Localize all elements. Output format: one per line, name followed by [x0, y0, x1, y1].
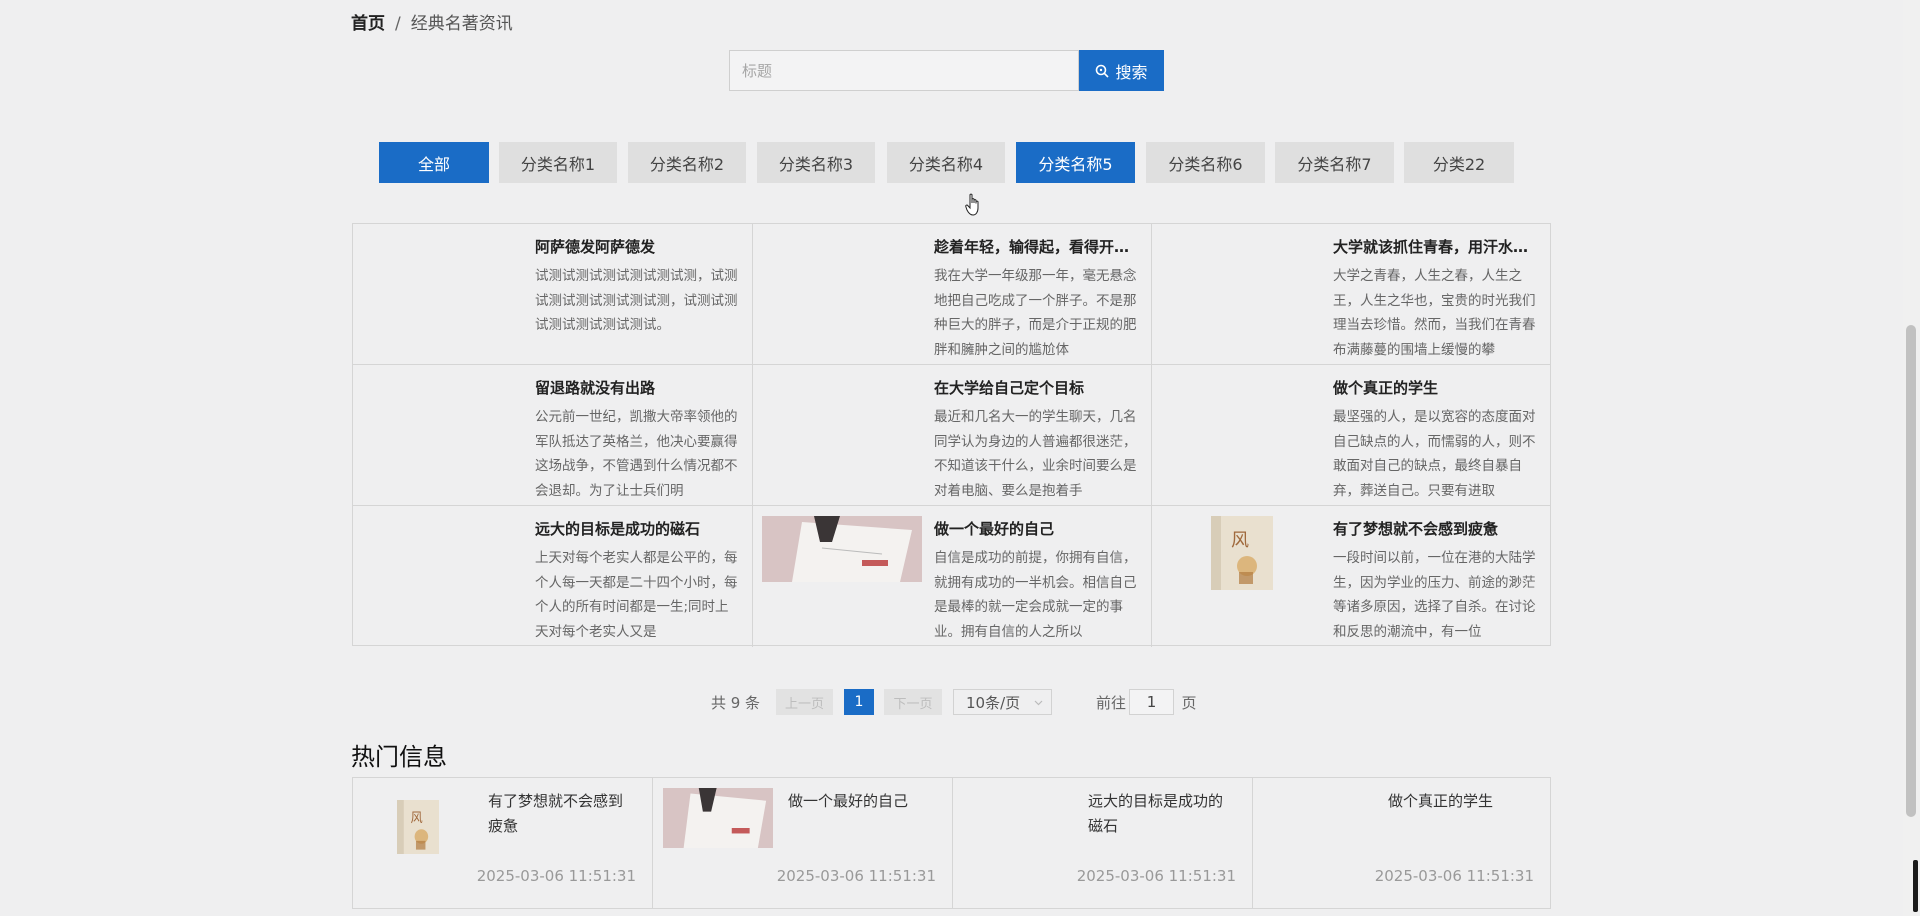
article-title[interactable]: 远大的目标是成功的磁石 — [535, 518, 740, 539]
pagination-total: 共 9 条 — [710, 693, 761, 712]
category-tab-7[interactable]: 分类名称7 — [1275, 142, 1394, 183]
category-tab-5[interactable]: 分类名称5 — [1016, 142, 1135, 183]
scroll-indicator — [1913, 860, 1918, 912]
article-title[interactable]: 趁着年轻，输得起，看得开… — [934, 236, 1139, 257]
search-input[interactable] — [729, 50, 1079, 91]
hot-item-title[interactable]: 远大的目标是成功的磁石 — [1088, 789, 1236, 839]
page-scrollbar[interactable] — [1903, 0, 1920, 916]
category-tab-2[interactable]: 分类名称2 — [628, 142, 746, 183]
category-tab-label: 分类名称7 — [1297, 154, 1372, 174]
category-tab-label: 分类名称1 — [520, 154, 596, 174]
chevron-down-icon — [1034, 700, 1043, 706]
page-size-select[interactable]: 10条/页 — [953, 689, 1052, 715]
article-summary: 自信是成功的前提，你拥有自信，就拥有成功的一半机会。相信自己是最棒的就一定会成就… — [934, 550, 1137, 640]
article-card[interactable]: 远大的目标是成功的磁石 上天对每个老实人都是公平的，每个人每一天都是二十四个小时… — [353, 506, 753, 647]
goto-page-suffix: 页 — [1181, 693, 1197, 712]
category-tab-label: 分类名称2 — [649, 154, 725, 174]
article-title[interactable]: 做个真正的学生 — [1333, 377, 1538, 398]
hot-item-title[interactable]: 有了梦想就不会感到疲惫 — [488, 789, 636, 839]
category-tab-label: 分类名称3 — [778, 154, 854, 174]
search-button-label: 搜索 — [1115, 62, 1148, 82]
book-cover-thumbnail[interactable]: 风 — [1211, 516, 1273, 590]
article-summary: 大学之青春，人生之春，人生之王，人生之华也，宝贵的时光我们理当去珍惜。然而，当我… — [1333, 268, 1536, 358]
category-tab-3[interactable]: 分类名称3 — [757, 142, 875, 183]
hot-item-date: 2025-03-06 11:51:31 — [776, 867, 936, 885]
hot-item-date: 2025-03-06 11:51:31 — [1076, 867, 1236, 885]
article-card[interactable]: 做一个最好的自己 自信是成功的前提，你拥有自信，就拥有成功的一半机会。相信自己是… — [752, 506, 1152, 647]
article-title[interactable]: 在大学给自己定个目标 — [934, 377, 1139, 398]
hot-item[interactable]: 做一个最好的自己 2025-03-06 11:51:31 — [653, 778, 953, 908]
category-tab-label: 全部 — [417, 154, 450, 174]
article-summary: 一段时间以前，一位在港的大陆学生，因为学业的压力、前途的渺茫等诸多原因，选择了自… — [1333, 550, 1536, 640]
scrollbar-thumb[interactable] — [1906, 325, 1916, 817]
book-cover-thumbnail[interactable]: 风 — [397, 800, 439, 854]
hot-item-date: 2025-03-06 11:51:31 — [1374, 867, 1534, 885]
article-card[interactable]: 在大学给自己定个目标 最近和几名大一的学生聊天，几名同学认为身边的人普遍都很迷茫… — [752, 365, 1152, 506]
article-card[interactable]: 阿萨德发阿萨德发 试测试测试测试测试测试测，试测试测试测试测试测试测，试测试测试… — [353, 224, 753, 365]
article-summary: 最坚强的人，是以宽容的态度面对自己缺点的人，而懦弱的人，则不敢面对自己的缺点，最… — [1333, 409, 1536, 499]
article-title[interactable]: 留退路就没有出路 — [535, 377, 740, 398]
search-button[interactable]: 搜索 — [1079, 50, 1164, 91]
svg-text:风: 风 — [1231, 530, 1249, 551]
article-card[interactable]: 做个真正的学生 最坚强的人，是以宽容的态度面对自己缺点的人，而懦弱的人，则不敢面… — [1151, 365, 1551, 506]
category-tab-6[interactable]: 分类名称6 — [1146, 142, 1265, 183]
category-tab-22[interactable]: 分类22 — [1404, 142, 1514, 183]
goto-page-input[interactable]: 1 — [1129, 689, 1174, 715]
article-title[interactable]: 做一个最好的自己 — [934, 518, 1139, 539]
category-tab-label: 分类名称6 — [1168, 154, 1243, 174]
next-page-button[interactable]: 下一页 — [884, 689, 942, 715]
category-tab-all[interactable]: 全部 — [379, 142, 489, 183]
category-tab-label: 分类22 — [1432, 154, 1486, 174]
article-title[interactable]: 阿萨德发阿萨德发 — [535, 236, 740, 257]
search-icon — [1096, 64, 1110, 78]
hot-list: 风 有了梦想就不会感到疲惫 2025-03-06 11:51:31 做一个最好的… — [352, 777, 1551, 909]
page-size-value: 10条/页 — [966, 693, 1021, 712]
article-title[interactable]: 大学就该抓住青春，用汗水… — [1333, 236, 1538, 257]
article-grid: 阿萨德发阿萨德发 试测试测试测试测试测试测，试测试测试测试测试测试测，试测试测试… — [352, 223, 1551, 647]
article-card[interactable]: 趁着年轻，输得起，看得开… 我在大学一年级那一年，毫无悬念地把自己吃成了一个胖子… — [752, 224, 1152, 365]
article-summary: 最近和几名大一的学生聊天，几名同学认为身边的人普遍都很迷茫，不知道该干什么，业余… — [934, 409, 1137, 499]
article-summary: 我在大学一年级那一年，毫无悬念地把自己吃成了一个胖子。不是那种巨大的胖子，而是介… — [934, 268, 1137, 358]
hot-item-date: 2025-03-06 11:51:31 — [476, 867, 636, 885]
breadcrumb-separator: / — [395, 14, 401, 34]
article-summary: 公元前一世纪，凯撒大帝率领他的军队抵达了英格兰，他决心要赢得这场战争，不管遇到什… — [535, 409, 738, 499]
hot-item[interactable]: 做个真正的学生 2025-03-06 11:51:31 — [1253, 778, 1550, 908]
hand-cursor-icon — [965, 193, 979, 216]
book-photo-thumbnail[interactable] — [762, 516, 922, 582]
hot-item[interactable]: 风 有了梦想就不会感到疲惫 2025-03-06 11:51:31 — [353, 778, 653, 908]
category-tab-label: 分类名称4 — [908, 154, 984, 174]
hot-item-title[interactable]: 做一个最好的自己 — [788, 789, 936, 814]
svg-text:风: 风 — [411, 809, 424, 825]
hot-section-title: 热门信息 — [351, 743, 447, 771]
breadcrumb-home[interactable]: 首页 — [351, 14, 385, 34]
category-tab-1[interactable]: 分类名称1 — [499, 142, 617, 183]
category-tab-label: 分类名称5 — [1038, 154, 1113, 174]
category-tab-4[interactable]: 分类名称4 — [887, 142, 1005, 183]
prev-page-button[interactable]: 上一页 — [776, 689, 833, 715]
article-summary: 上天对每个老实人都是公平的，每个人每一天都是二十四个小时，每个人的所有时间都是一… — [535, 550, 738, 640]
hot-item-title[interactable]: 做个真正的学生 — [1388, 789, 1536, 814]
article-card[interactable]: 大学就该抓住青春，用汗水… 大学之青春，人生之春，人生之王，人生之华也，宝贵的时… — [1151, 224, 1551, 365]
hot-item[interactable]: 远大的目标是成功的磁石 2025-03-06 11:51:31 — [953, 778, 1253, 908]
article-title[interactable]: 有了梦想就不会感到疲惫 — [1333, 518, 1538, 539]
search-bar: 搜索 — [729, 50, 1164, 91]
article-summary: 试测试测试测试测试测试测，试测试测试测试测试测试测，试测试测试测试测试测试测试。 — [535, 268, 738, 333]
breadcrumb: 首页 / 经典名著资讯 — [351, 9, 513, 34]
page-number-current[interactable]: 1 — [844, 689, 874, 715]
book-photo-thumbnail[interactable] — [663, 788, 773, 848]
breadcrumb-current: 经典名著资讯 — [410, 14, 513, 34]
goto-label: 前往 — [1095, 693, 1126, 712]
article-card[interactable]: 风 有了梦想就不会感到疲惫 一段时间以前，一位在港的大陆学生，因为学业的压力、前… — [1151, 506, 1551, 647]
article-card[interactable]: 留退路就没有出路 公元前一世纪，凯撒大帝率领他的军队抵达了英格兰，他决心要赢得这… — [353, 365, 753, 506]
